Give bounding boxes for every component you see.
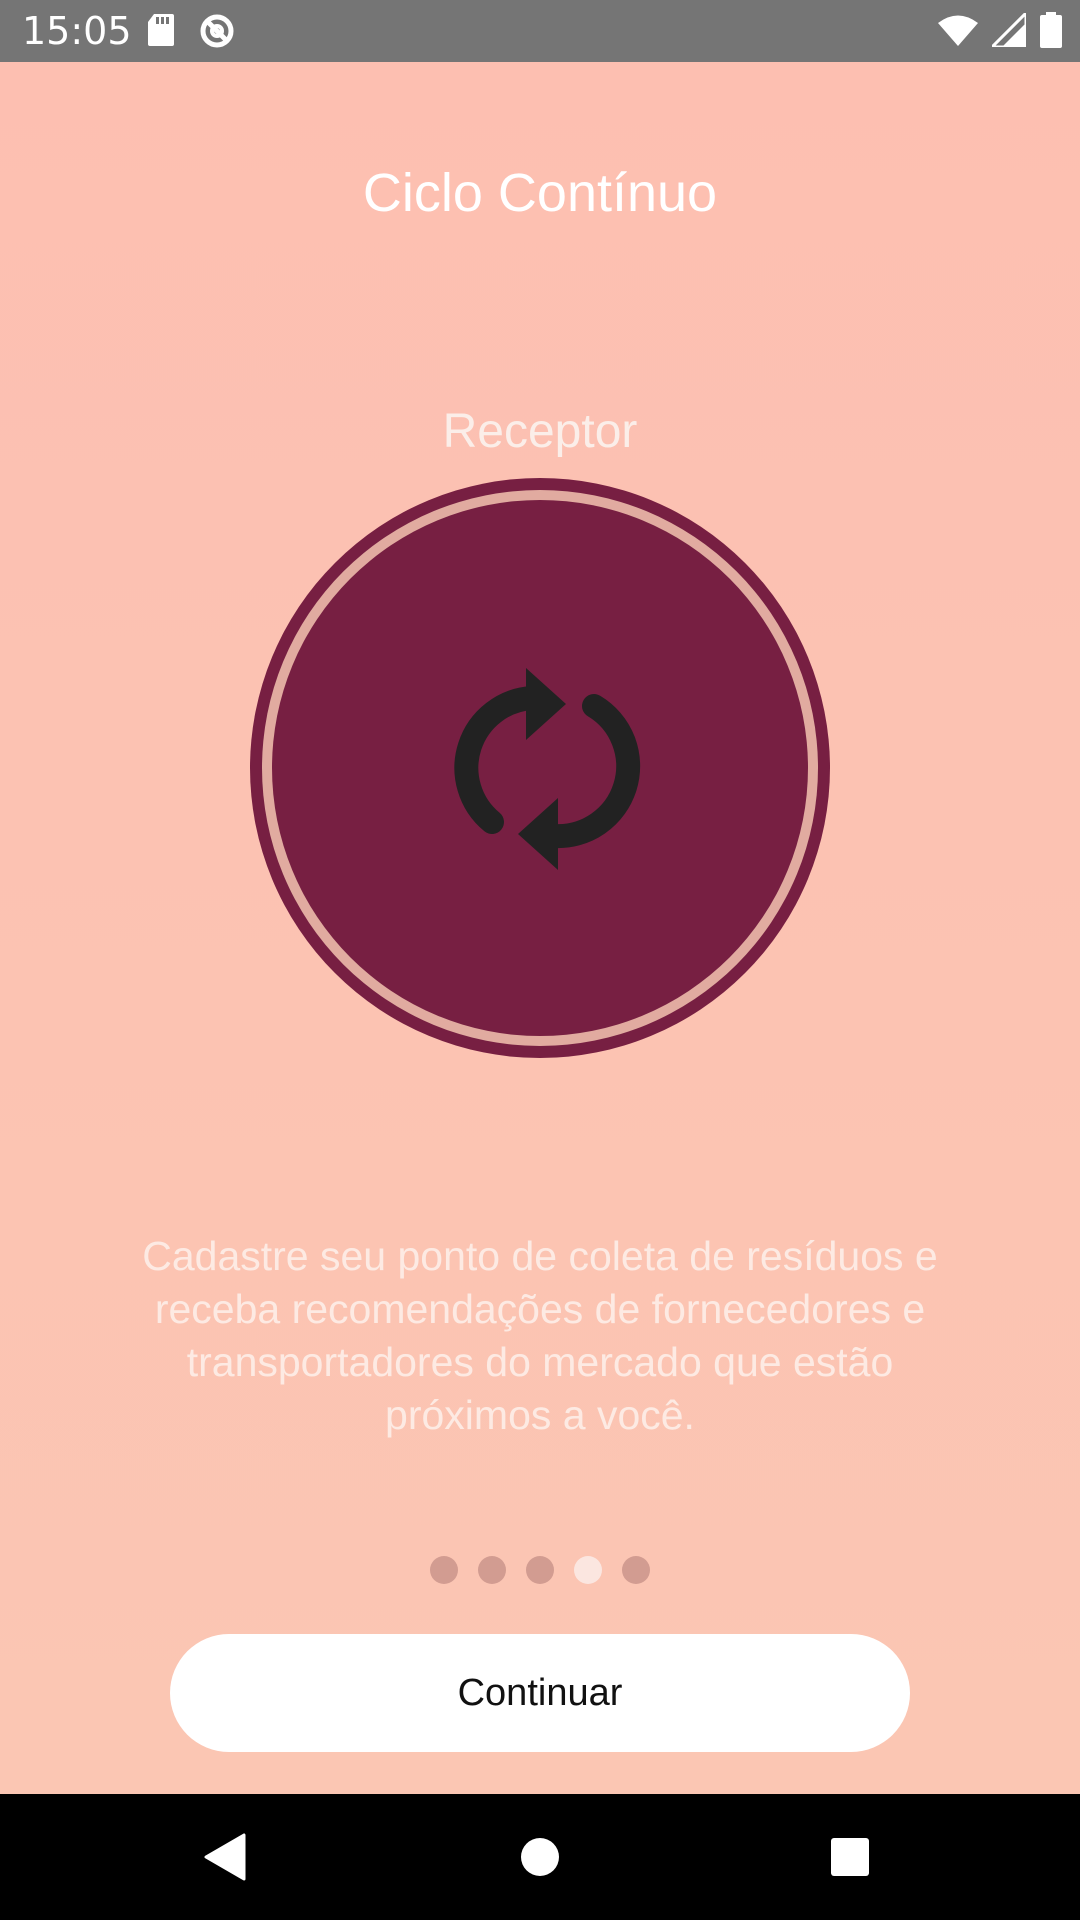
signal-icon — [988, 9, 1028, 52]
page-dot-5[interactable] — [622, 1556, 650, 1584]
illustration-disc — [272, 500, 808, 1036]
continue-button[interactable]: Continuar — [170, 1634, 910, 1752]
battery-icon — [1040, 12, 1062, 53]
page-dot-2[interactable] — [478, 1556, 506, 1584]
screen: 15:05 Ciclo Contínuo Receptor Cadastre s… — [0, 0, 1080, 1920]
recents-button[interactable] — [780, 1794, 920, 1920]
page-title: Ciclo Contínuo — [362, 163, 718, 223]
role-subtitle: Receptor — [442, 405, 638, 458]
status-bar: 15:05 — [0, 0, 1080, 62]
sd-card-icon — [146, 12, 176, 55]
back-icon — [204, 1833, 246, 1881]
status-time: 15:05 — [22, 9, 132, 53]
home-button[interactable] — [470, 1794, 610, 1920]
status-right-icons — [938, 9, 1062, 53]
home-icon — [521, 1838, 559, 1876]
wifi-icon — [938, 14, 978, 51]
sync-icon — [454, 668, 641, 870]
navigation-bar — [0, 1794, 1080, 1920]
no-sync-icon — [198, 12, 236, 55]
recents-icon — [831, 1838, 869, 1876]
onboarding-page: Ciclo Contínuo Receptor Cadastre seu pon… — [0, 62, 1080, 1794]
page-dot-1[interactable] — [430, 1556, 458, 1584]
status-left-icons — [146, 12, 236, 55]
role-illustration — [250, 478, 830, 1058]
page-dot-4-active[interactable] — [574, 1556, 602, 1584]
back-button[interactable] — [156, 1794, 296, 1920]
illustration-ring — [262, 490, 818, 1046]
page-description: Cadastre seu ponto de coleta de resíduos… — [142, 1233, 938, 1438]
page-dot-3[interactable] — [526, 1556, 554, 1584]
page-indicator — [0, 1556, 1080, 1584]
